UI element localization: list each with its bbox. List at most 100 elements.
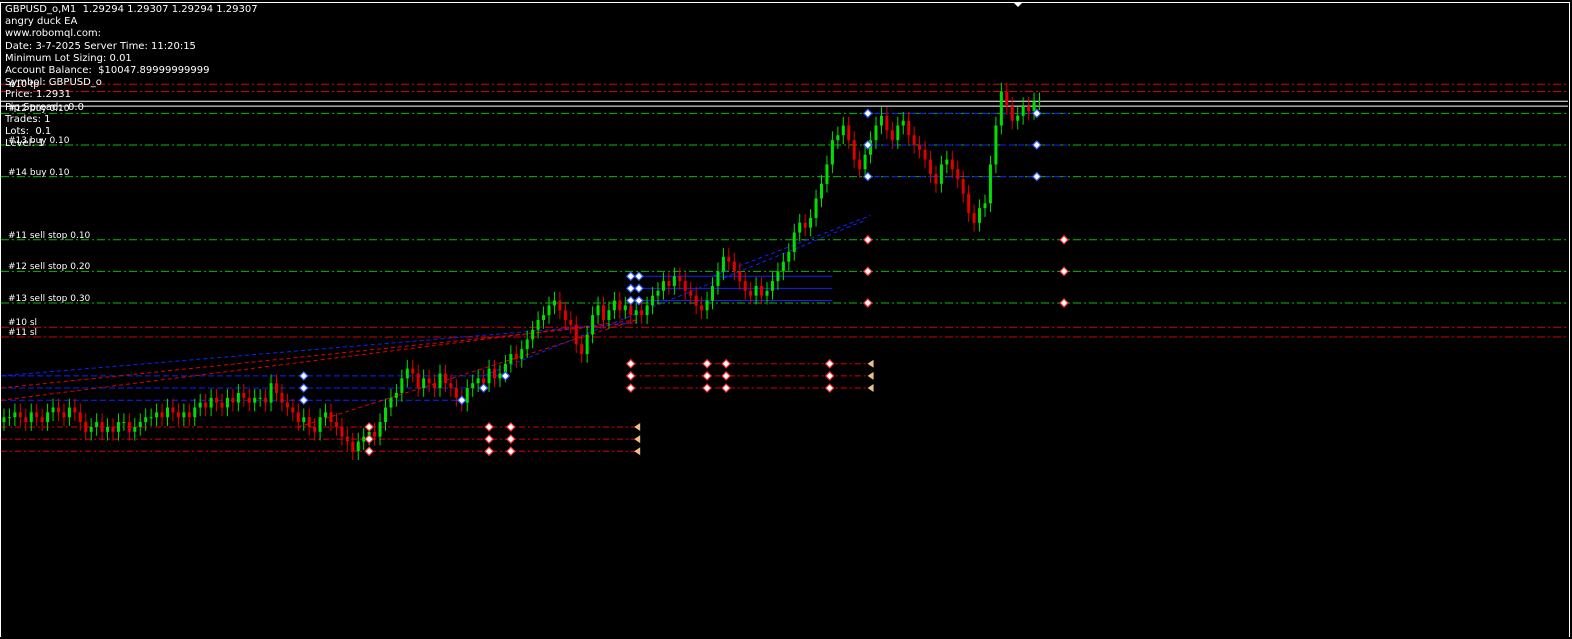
candle-body bbox=[149, 417, 153, 419]
candle-body bbox=[471, 383, 475, 389]
sell-marker-icon bbox=[506, 434, 516, 444]
candle-body bbox=[705, 300, 709, 311]
buy-marker-icon bbox=[625, 271, 636, 282]
candle-body bbox=[852, 140, 856, 160]
candle-body bbox=[193, 407, 197, 418]
buy-marker-icon bbox=[634, 271, 644, 282]
candle-body bbox=[879, 115, 883, 126]
candle-body bbox=[384, 407, 387, 423]
candle-body bbox=[547, 305, 551, 316]
candle-body bbox=[291, 407, 295, 413]
candle-body bbox=[520, 349, 524, 359]
candle-body bbox=[629, 305, 633, 316]
candle-body bbox=[438, 373, 442, 389]
candle-body bbox=[2, 417, 6, 423]
sell-marker-icon bbox=[702, 383, 712, 393]
candle-body bbox=[182, 412, 186, 418]
candle-body bbox=[531, 329, 535, 340]
candle-body bbox=[198, 402, 202, 408]
sell-marker-icon bbox=[721, 358, 731, 369]
candle-body bbox=[814, 198, 818, 218]
candle-body bbox=[552, 300, 556, 306]
sell-marker-icon bbox=[862, 234, 873, 245]
candle-body bbox=[596, 305, 600, 316]
chart-window[interactable]: #10 tp #12 buy 0.10 #13 buy 0.10 #14 buy 0.… bbox=[0, 0, 1572, 639]
sell-marker-icon bbox=[625, 383, 636, 393]
candle-body bbox=[656, 290, 660, 296]
buy-marker-icon bbox=[478, 383, 489, 393]
candle-body bbox=[220, 402, 224, 408]
candle-body bbox=[661, 281, 665, 291]
info-line: Pip Spread: 0.0 bbox=[5, 101, 84, 113]
candle-body bbox=[487, 368, 491, 384]
candle-body bbox=[847, 125, 851, 141]
info-line: Symbol: GBPUSD_o bbox=[5, 77, 102, 89]
sell-marker-icon bbox=[484, 434, 494, 444]
candle-body bbox=[204, 402, 208, 408]
buy-marker-icon bbox=[862, 108, 873, 119]
candle-body bbox=[967, 193, 971, 214]
candle-body bbox=[1021, 106, 1025, 116]
candle-body bbox=[62, 412, 66, 418]
buy-marker-icon bbox=[456, 395, 467, 406]
candle-body bbox=[215, 397, 219, 403]
candle-body bbox=[1016, 115, 1020, 121]
candle-body bbox=[787, 251, 791, 262]
candle-body bbox=[7, 417, 11, 419]
candle-body bbox=[907, 120, 911, 136]
candle-body bbox=[264, 397, 268, 403]
candle-body bbox=[956, 169, 960, 180]
candle-body bbox=[493, 368, 496, 379]
candle-body bbox=[155, 412, 159, 418]
candle-body bbox=[73, 407, 77, 413]
buy-marker-icon bbox=[634, 283, 644, 294]
candle-body bbox=[525, 339, 529, 350]
candle-body bbox=[427, 378, 431, 384]
candle-body bbox=[40, 417, 44, 423]
trade-connector bbox=[0, 321, 637, 377]
candle-body bbox=[792, 232, 796, 252]
candle-body bbox=[258, 397, 262, 399]
sell-marker-icon bbox=[364, 434, 374, 444]
buy-marker-icon bbox=[298, 383, 309, 393]
trade-connector bbox=[483, 219, 866, 377]
candle-body bbox=[585, 334, 589, 355]
candle-body bbox=[106, 426, 110, 432]
buy-marker-icon bbox=[298, 371, 309, 381]
candle-body bbox=[514, 354, 518, 359]
candle-body bbox=[634, 310, 638, 316]
sell-marker-icon bbox=[824, 371, 835, 381]
candle-body bbox=[187, 412, 191, 418]
candle-body bbox=[743, 281, 747, 291]
candle-body bbox=[825, 164, 829, 184]
candle-body bbox=[591, 315, 595, 335]
candle-body bbox=[934, 174, 938, 184]
sell-marker-icon bbox=[824, 383, 835, 393]
candle-body bbox=[640, 310, 644, 316]
candle-body bbox=[700, 305, 704, 311]
candle-body bbox=[738, 271, 742, 282]
close-marker-icon bbox=[634, 422, 641, 431]
candle-body bbox=[983, 203, 987, 209]
candle-body bbox=[394, 392, 398, 398]
info-line: angry duck EA bbox=[5, 16, 78, 28]
sell-marker-icon bbox=[506, 422, 516, 432]
info-line: Trades: 1 bbox=[5, 113, 51, 125]
sell-marker-icon bbox=[862, 266, 873, 277]
candle-body bbox=[509, 354, 513, 364]
sell-marker-icon bbox=[625, 371, 636, 381]
candle-body bbox=[1038, 101, 1041, 103]
candle-body bbox=[253, 397, 257, 403]
trade-connector bbox=[712, 215, 871, 277]
sell-marker-icon bbox=[364, 446, 374, 457]
buy-marker-icon bbox=[625, 283, 636, 294]
candle-body bbox=[89, 426, 93, 432]
candle-body bbox=[612, 300, 616, 311]
candle-body bbox=[536, 320, 540, 330]
candle-body bbox=[84, 422, 88, 432]
candle-body bbox=[890, 130, 894, 141]
candle-body bbox=[405, 368, 409, 379]
candle-body bbox=[836, 135, 840, 141]
close-marker-icon bbox=[867, 371, 874, 380]
candle-body bbox=[302, 417, 306, 423]
